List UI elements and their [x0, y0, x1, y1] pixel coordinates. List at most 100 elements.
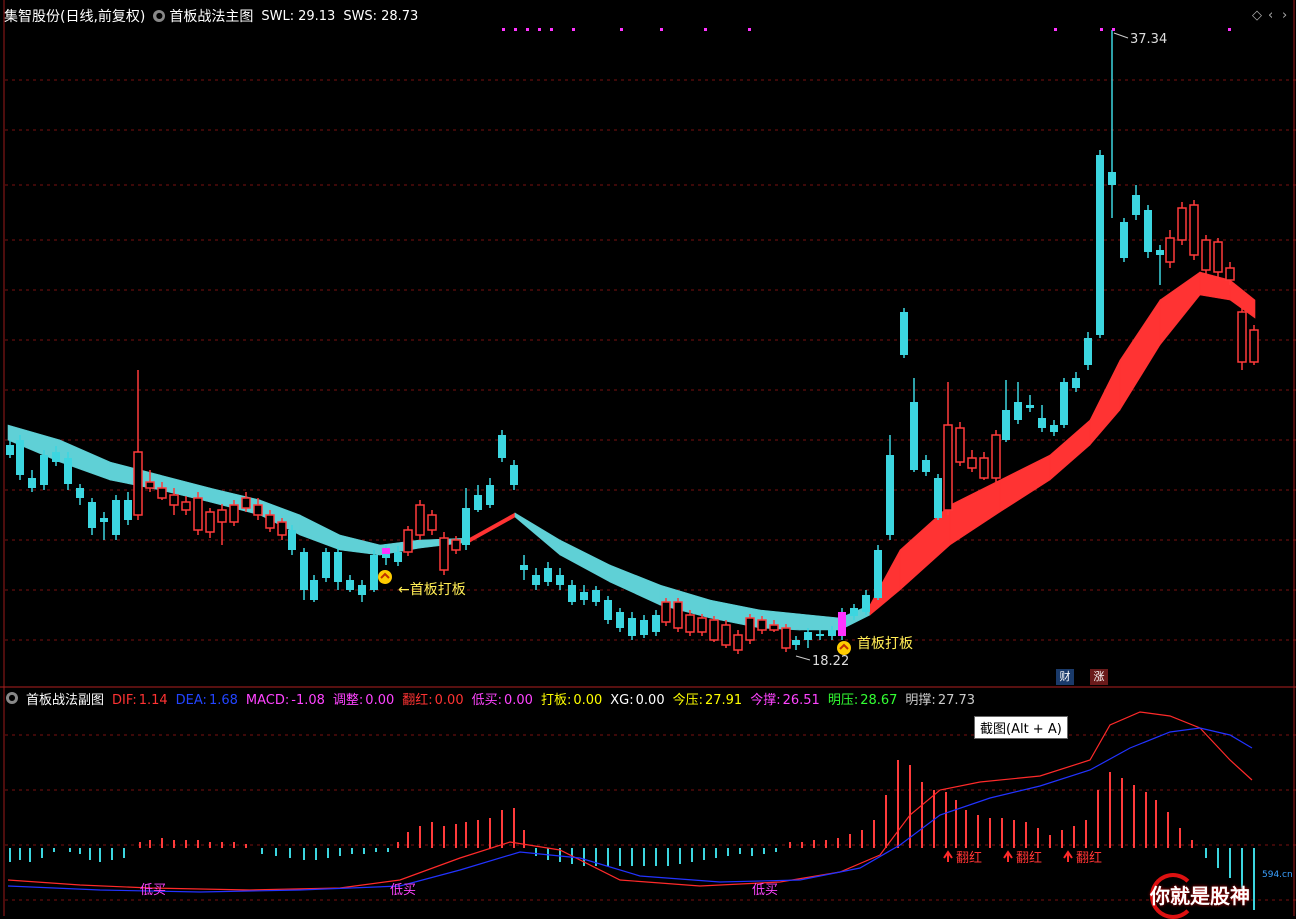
- candle-body: [604, 600, 612, 620]
- sub-field-label: 低买:: [471, 692, 502, 708]
- up-arrow-icon: [1063, 850, 1073, 862]
- candle-body: [1201, 239, 1211, 271]
- candle-body: [673, 601, 683, 629]
- candle-body: [1014, 402, 1022, 420]
- sub-field-value: 27.73: [937, 692, 976, 708]
- candle-body: [334, 552, 342, 582]
- candle-body: [427, 514, 437, 531]
- ma-band: [1089, 359, 1121, 446]
- sub-field-label: 今撑:: [750, 692, 781, 708]
- ma-band: [514, 512, 561, 556]
- candle-body: [1189, 204, 1199, 256]
- header-bar: 集智股份(日线,前复权) ● 首板战法主图 SWL: 29.13 SWS: 28…: [0, 6, 418, 26]
- sub-field-value: 26.51: [782, 692, 820, 708]
- candle-body: [1060, 382, 1068, 425]
- ma-band: [1159, 271, 1201, 346]
- low-price-label: 18.22: [812, 654, 849, 669]
- settings-icon[interactable]: ●: [153, 10, 166, 22]
- candle-body: [967, 457, 977, 469]
- candle-body: [88, 502, 96, 528]
- candle-body: [520, 565, 528, 570]
- candle-body: [1213, 241, 1223, 273]
- candle-body: [277, 521, 287, 536]
- low-buy-label: 低买: [752, 883, 778, 898]
- candle-body: [346, 580, 354, 590]
- signal-candle: [382, 548, 390, 554]
- sub-settings-icon[interactable]: ●: [6, 692, 18, 704]
- candle-body: [1144, 210, 1152, 252]
- candle-body: [415, 504, 425, 536]
- candle-body: [288, 530, 296, 550]
- stock-title[interactable]: 集智股份(日线,前复权): [4, 6, 145, 26]
- candle-body: [486, 485, 494, 505]
- signal-candle: [838, 612, 846, 636]
- low-pointer: [795, 655, 811, 661]
- signal-dot: [526, 28, 529, 31]
- ma-band: [469, 512, 516, 543]
- candle-body: [52, 452, 60, 462]
- candle-body: [1084, 338, 1092, 365]
- ma-band: [999, 454, 1051, 513]
- candle-body: [1237, 311, 1247, 363]
- candle-body: [265, 514, 275, 529]
- candle-body: [6, 445, 14, 455]
- sub-field-value: 0.00: [635, 692, 665, 708]
- chart-canvas[interactable]: ←首板打板首板打板 37.34 18.22 低买 低买 低买 翻红 翻红 翻红: [0, 0, 1296, 916]
- rise-badge[interactable]: 涨: [1090, 669, 1108, 685]
- candle-body: [124, 500, 132, 520]
- signal-dot: [550, 28, 553, 31]
- candle-body: [1038, 418, 1046, 428]
- watermark-site: 594.cn: [1262, 870, 1293, 880]
- signal-label: 首板打板: [857, 635, 913, 652]
- sub-fields: DIF: 1.14 DEA: 1.68 MACD: -1.08 调整: 0.00 翻红: 0.00…: [112, 689, 983, 708]
- sws-label: SWS:: [343, 8, 378, 24]
- signal-dot: [1228, 28, 1231, 31]
- dea-line: [7, 727, 1253, 893]
- candle-body: [1132, 195, 1140, 215]
- candle-body: [532, 575, 540, 585]
- finance-badge[interactable]: 财: [1056, 669, 1074, 685]
- candle-body: [510, 465, 518, 485]
- signal-dot: [1112, 28, 1115, 31]
- candle-body: [781, 627, 791, 649]
- candle-body: [145, 481, 155, 489]
- ma-band: [299, 514, 341, 551]
- candle-body: [40, 455, 48, 485]
- candle-body: [769, 624, 779, 631]
- candle-body: [181, 501, 191, 511]
- signal-dot: [660, 28, 663, 31]
- candle-body: [828, 630, 836, 636]
- candle-body: [1249, 329, 1259, 363]
- diamond-icon[interactable]: ◇: [1252, 8, 1262, 23]
- turn-red-label: 翻红: [1076, 850, 1102, 866]
- candle-body: [474, 495, 482, 510]
- candle-body: [403, 529, 413, 553]
- high-pointer: [1113, 32, 1129, 39]
- sub-field-label: MACD:: [245, 692, 290, 708]
- candle-body: [592, 590, 600, 602]
- sub-field-label: 明撑:: [905, 692, 936, 708]
- ma-band: [609, 564, 661, 606]
- candle-body: [640, 620, 648, 635]
- sub-field-value: 27.91: [704, 692, 743, 708]
- watermark-text: 你就是股神: [1150, 884, 1250, 908]
- candle-body: [991, 434, 1001, 479]
- chevron-right-icon[interactable]: ›: [1282, 8, 1287, 23]
- candle-body: [76, 488, 84, 498]
- sub-field-value: 1.14: [138, 692, 168, 708]
- chevron-left-icon[interactable]: ‹: [1268, 8, 1273, 23]
- candle-body: [217, 509, 227, 523]
- candle-body: [628, 618, 636, 636]
- candle-body: [451, 539, 461, 551]
- main-indicator-name[interactable]: 首板战法主图: [169, 6, 253, 26]
- sub-header-bar: ● 首板战法副图 DIF: 1.14 DEA: 1.68 MACD: -1.08 调整: 0.…: [0, 689, 991, 708]
- candle-body: [568, 585, 576, 602]
- signal-dot: [1100, 28, 1103, 31]
- signal-dot: [538, 28, 541, 31]
- sub-indicator-name[interactable]: 首板战法副图: [26, 689, 104, 708]
- signal-label: ←首板打板: [398, 581, 466, 598]
- sub-field-label: DEA:: [175, 692, 207, 708]
- candle-body: [300, 552, 308, 590]
- sub-field-value: 1.68: [208, 692, 238, 708]
- candle-body: [169, 494, 179, 506]
